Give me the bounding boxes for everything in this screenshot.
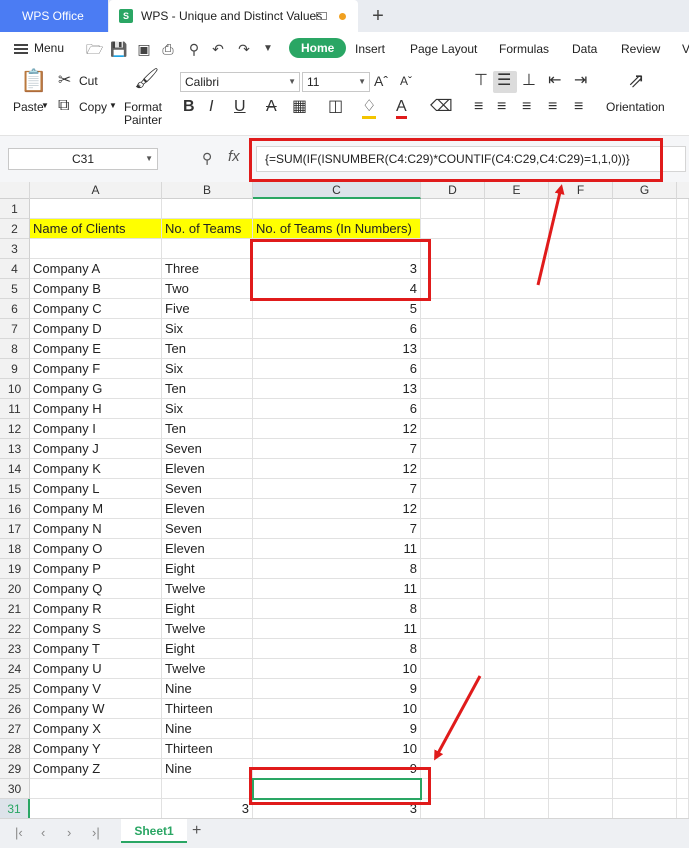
sheet-tab-sheet1[interactable]: Sheet1 <box>121 819 187 843</box>
arrow-to-result <box>434 675 482 761</box>
next-sheet-icon[interactable]: › <box>67 825 71 840</box>
annotation-arrows <box>434 184 565 761</box>
first-sheet-icon[interactable]: |‹ <box>15 825 23 840</box>
arrow-to-formula <box>536 184 565 286</box>
sheet-bar: |‹ ‹ › ›| Sheet1 + <box>0 818 689 848</box>
prev-sheet-icon[interactable]: ‹ <box>41 825 45 840</box>
last-sheet-icon[interactable]: ›| <box>92 825 100 840</box>
add-sheet-button[interactable]: + <box>192 822 201 840</box>
